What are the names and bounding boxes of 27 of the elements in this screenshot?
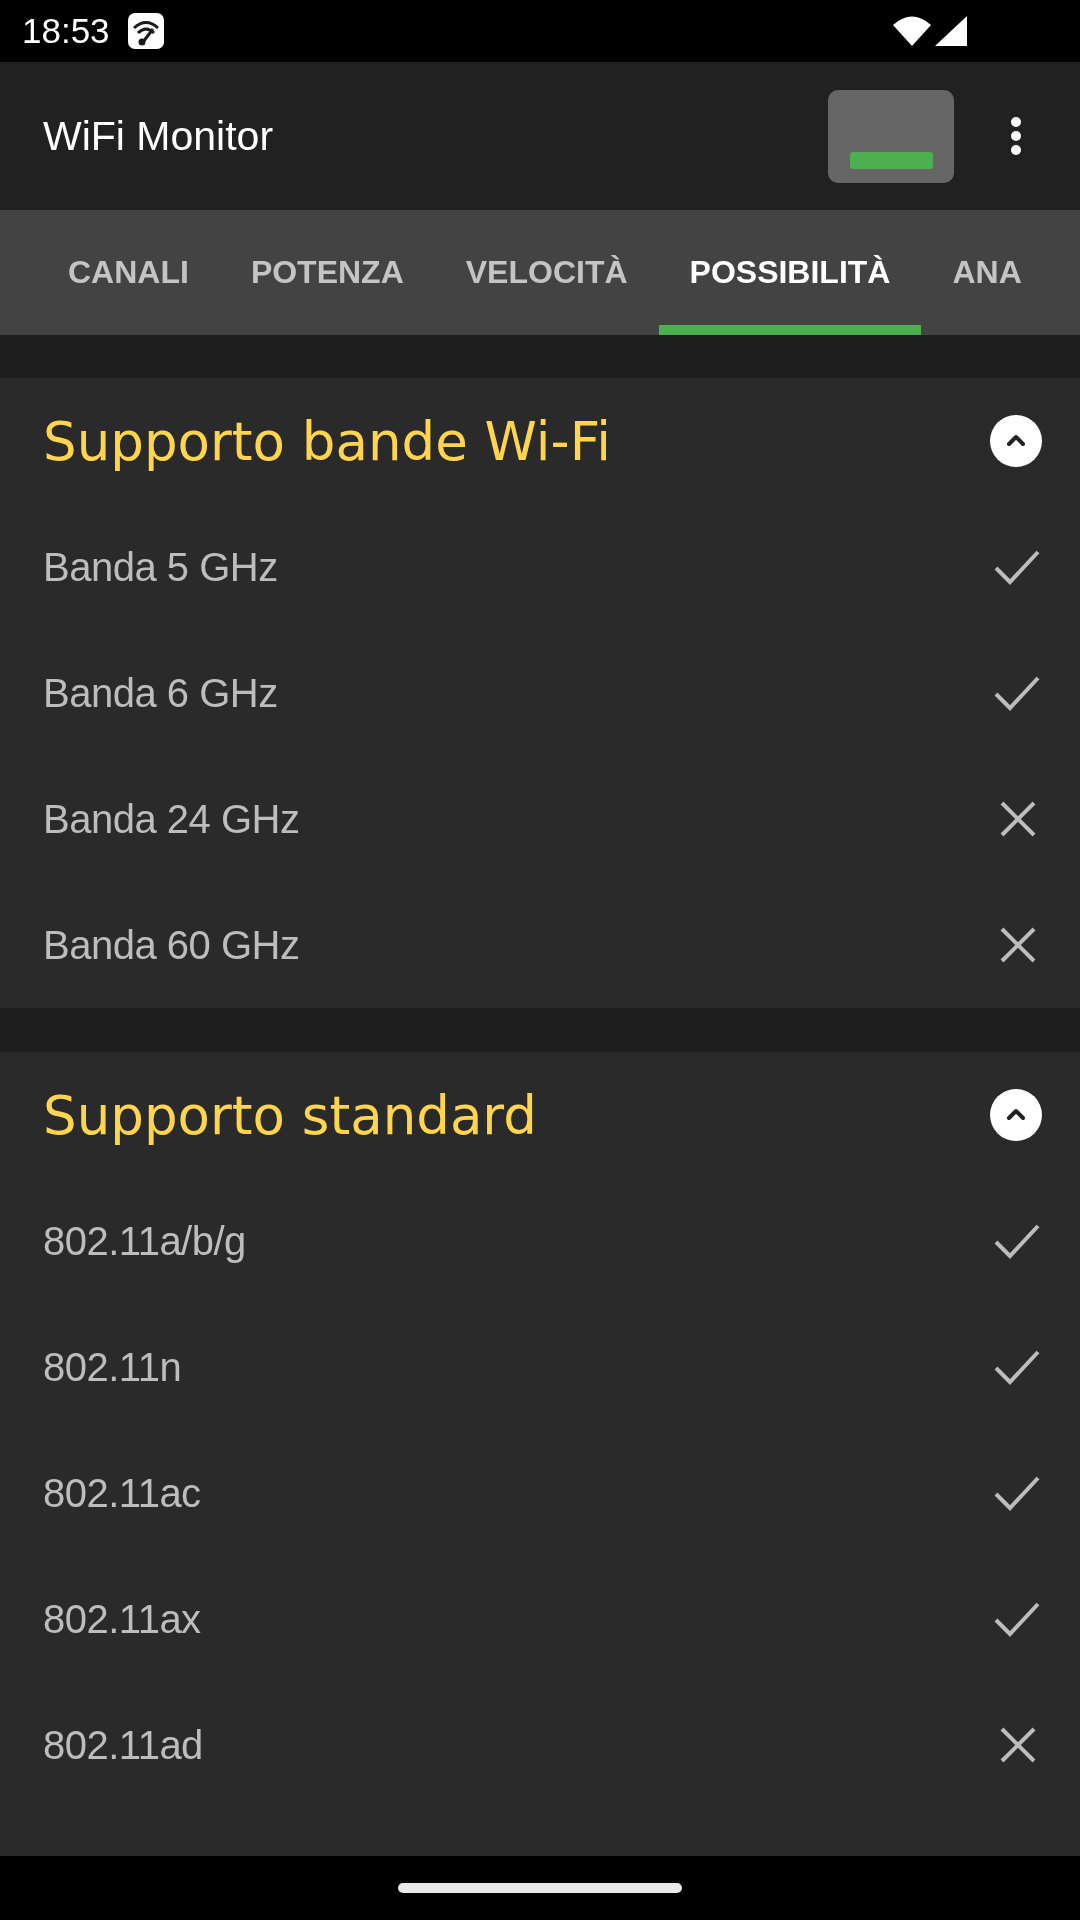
item-label: Banda 24 GHz	[43, 796, 301, 842]
toolbar-button[interactable]	[828, 89, 954, 183]
tab[interactable]: ANA	[921, 210, 1022, 335]
item-label: 802.11ac	[43, 1470, 202, 1516]
app-title: WiFi Monitor	[43, 112, 275, 160]
tab[interactable]: POSSIBILITÀ	[658, 210, 922, 335]
bar-icon	[849, 151, 933, 169]
section-title: Supporto standard	[43, 1084, 538, 1146]
item-label: Banda 6 GHz	[43, 670, 279, 716]
item-label: 802.11a/b/g	[43, 1218, 247, 1264]
section-title: Supporto bande Wi-Fi	[43, 410, 613, 472]
item-label: Banda 5 GHz	[43, 544, 279, 590]
item-label: Banda 60 GHz	[43, 922, 301, 968]
item-label: 802.11n	[43, 1344, 183, 1390]
item-label: 802.11ax	[43, 1596, 202, 1642]
tab[interactable]: VELOCITÀ	[434, 210, 659, 335]
tab[interactable]: CANALI	[37, 210, 220, 335]
chevron-up-icon[interactable]	[990, 415, 1042, 467]
chevron-up-icon[interactable]	[990, 1089, 1042, 1141]
cell-signal-icon	[935, 16, 967, 46]
wifi-gauge-icon	[127, 13, 164, 49]
tab[interactable]: POTENZA	[219, 210, 435, 335]
more-options-icon[interactable]	[1010, 117, 1022, 155]
home-handle[interactable]	[398, 1883, 682, 1893]
wifi-signal-icon	[893, 16, 931, 46]
item-label: 802.11ad	[43, 1722, 204, 1768]
status-time: 18:53	[22, 11, 110, 51]
